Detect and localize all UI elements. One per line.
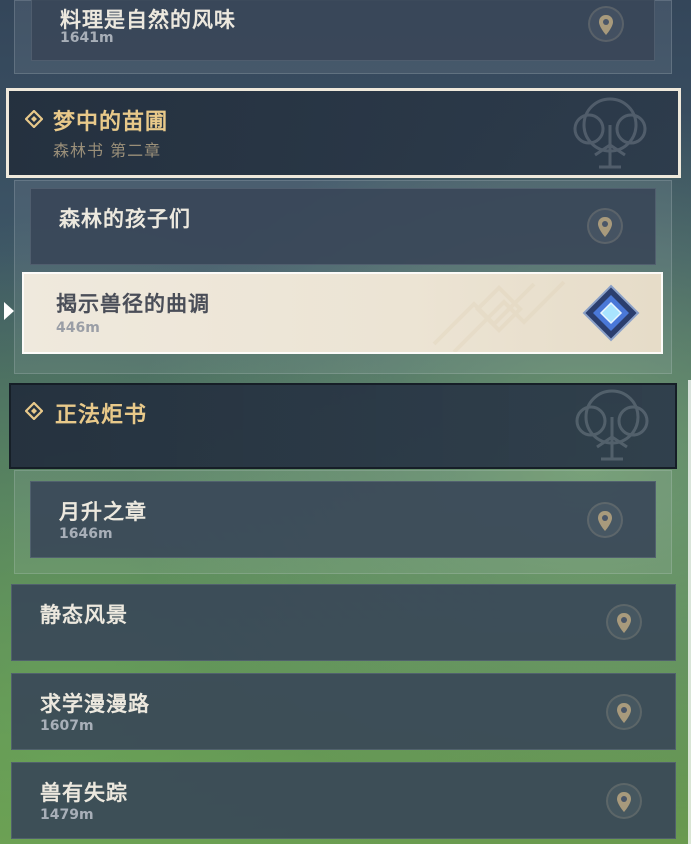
quest-marker-icon[interactable] — [582, 284, 640, 346]
chapter-title: 正法炬书 — [55, 403, 148, 428]
quest-distance: 446m — [56, 320, 100, 336]
quest-item-selected[interactable]: 揭示兽径的曲调 446m — [22, 272, 663, 354]
quest-distance: 1607m — [40, 718, 94, 734]
location-pin-icon[interactable] — [588, 6, 624, 42]
quest-title: 兽有失踪 — [40, 781, 128, 805]
location-pin-icon[interactable] — [606, 694, 642, 730]
quest-item-forest-children[interactable]: 森林的孩子们 — [30, 188, 656, 265]
chapter-title: 梦中的苗圃 — [53, 110, 169, 135]
location-pin-icon[interactable] — [587, 502, 623, 538]
tree-emblem-icon — [557, 387, 667, 471]
chapter-subtitle: 森林书 第二章 — [53, 141, 162, 160]
quest-distance: 1641m — [60, 30, 114, 46]
quest-item-lost-beast[interactable]: 兽有失踪 1479m — [11, 762, 676, 839]
chapter-diamond-icon — [24, 109, 44, 132]
quest-item-moonrise[interactable]: 月升之章 1646m — [30, 481, 656, 558]
quest-item-study-road[interactable]: 求学漫漫路 1607m — [11, 673, 676, 750]
location-pin-icon[interactable] — [606, 783, 642, 819]
chapter-diamond-icon — [24, 401, 44, 424]
quest-title: 揭示兽径的曲调 — [56, 292, 210, 316]
selection-arrow-icon — [4, 302, 14, 320]
quest-distance: 1479m — [40, 807, 94, 823]
quest-group-panel-top: 料理是自然的风味 1641m — [14, 0, 672, 74]
chapter-header-dharma-torch[interactable]: 正法炬书 — [9, 383, 677, 469]
quest-title: 月升之章 — [59, 500, 147, 524]
chapter-header-dream-nursery[interactable]: 梦中的苗圃 森林书 第二章 — [6, 88, 681, 178]
quest-title: 森林的孩子们 — [59, 207, 191, 231]
quest-item-static-scenery[interactable]: 静态风景 — [11, 584, 676, 661]
quest-title: 求学漫漫路 — [40, 692, 150, 716]
tree-emblem-icon — [555, 95, 665, 179]
pattern-decoration — [414, 274, 574, 356]
location-pin-icon[interactable] — [606, 604, 642, 640]
quest-item-cooking[interactable]: 料理是自然的风味 1641m — [31, 0, 655, 61]
location-pin-icon[interactable] — [587, 208, 623, 244]
quest-distance: 1646m — [59, 526, 113, 542]
quest-title: 静态风景 — [40, 603, 128, 627]
